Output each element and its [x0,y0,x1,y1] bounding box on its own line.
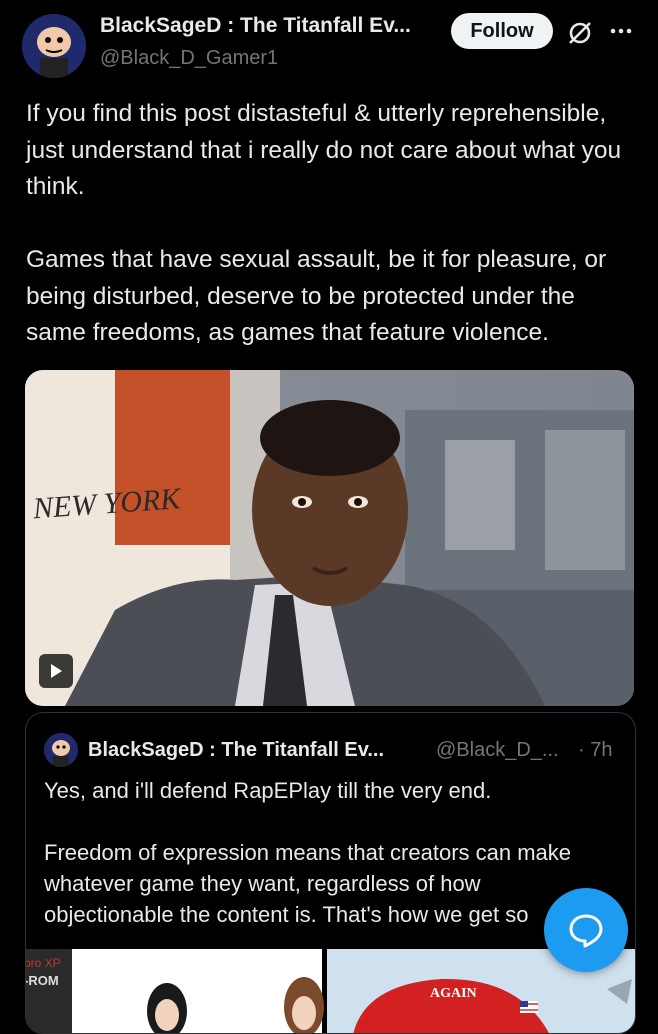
play-icon[interactable] [39,654,73,688]
chat-bubble-icon [569,914,603,948]
author-handle[interactable]: @Black_D_Gamer1 [100,47,278,70]
quoted-post[interactable]: BlackSageD : The Titanfall Ev... @Black_… [25,712,636,1034]
follow-button[interactable]: Follow [451,13,553,49]
author-avatar[interactable] [22,14,86,78]
quoted-post-time: · 7h [578,739,613,761]
quoted-author-name[interactable]: BlackSageD : The Titanfall Ev... [88,739,384,762]
quoted-image-text-1: pro XP [25,956,61,970]
post-text: If you find this post distasteful & utte… [26,100,622,346]
post-video[interactable]: NEW YORK [25,370,634,706]
more-dots-icon[interactable] [608,18,634,44]
grok-icon[interactable] [565,18,595,48]
quoted-post-images[interactable]: pro XP -ROM AGAIN [25,949,635,1033]
quoted-author-handle[interactable]: @Black_D_... [436,739,559,762]
quoted-image-text-3: AGAIN [430,986,477,1001]
author-name[interactable]: BlackSageD : The Titanfall Ev... [100,14,411,38]
quoted-image-text-2: -ROM [25,973,59,988]
quoted-author-avatar[interactable] [44,733,78,767]
quoted-post-text: Yes, and i'll defend RapEPlay till the v… [44,778,572,927]
post-header: BlackSageD : The Titanfall Ev... @Black_… [0,0,658,90]
reply-button[interactable] [544,888,628,972]
